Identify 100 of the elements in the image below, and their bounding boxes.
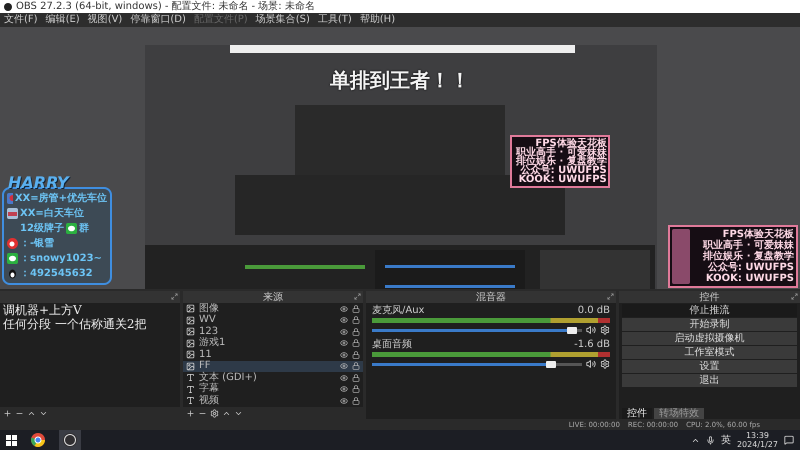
logo-text: HARRY bbox=[8, 173, 69, 192]
notification-icon[interactable] bbox=[784, 435, 794, 445]
info-text: ：492545632 bbox=[20, 267, 93, 280]
speaker-icon[interactable] bbox=[586, 359, 596, 369]
promo-text: 排位娱乐 · 复盘教学 bbox=[516, 157, 607, 166]
penguin-icon bbox=[7, 268, 18, 278]
browser-icon[interactable] bbox=[31, 433, 45, 447]
volume-thumb[interactable] bbox=[546, 360, 556, 368]
lock-icon[interactable] bbox=[352, 328, 360, 336]
info-text: XX=白天车位 bbox=[20, 206, 84, 220]
panel-title: 混音器 bbox=[476, 292, 506, 302]
window-title: OBS 27.2.3 (64-bit, windows) - 配置文件: 未命名 - 场景: 未命名 bbox=[16, 0, 315, 12]
menu-item[interactable]: 视图(V) bbox=[88, 14, 122, 26]
eye-icon[interactable] bbox=[340, 316, 348, 324]
source-item[interactable]: 11 bbox=[183, 349, 363, 360]
speaker-icon[interactable] bbox=[586, 325, 596, 335]
menu-item[interactable]: 工具(T) bbox=[318, 14, 352, 26]
lock-icon[interactable] bbox=[352, 316, 360, 324]
taskbar-clock[interactable]: 13:39 2024/1/27 bbox=[736, 431, 778, 449]
lock-icon[interactable] bbox=[352, 385, 360, 394]
promo-text: 排位娱乐 · 复盘教学 bbox=[703, 251, 794, 262]
control-button[interactable]: 设置 bbox=[622, 360, 797, 373]
lock-icon[interactable] bbox=[352, 362, 360, 370]
volume-thumb[interactable] bbox=[566, 326, 576, 334]
eye-icon[interactable] bbox=[340, 396, 348, 405]
source-item[interactable]: 视频 bbox=[183, 395, 363, 406]
lock-icon[interactable] bbox=[352, 339, 360, 348]
add-icon[interactable] bbox=[186, 408, 195, 418]
source-name: 11 bbox=[199, 348, 213, 360]
menu-item[interactable]: 文件(F) bbox=[4, 14, 38, 26]
source-name: 字幕 bbox=[199, 383, 220, 394]
image-icon bbox=[186, 304, 195, 314]
promo-text: 公众号: UWUFPS bbox=[708, 262, 794, 273]
source-name: 图像 bbox=[199, 303, 220, 314]
panel-title: 来源 bbox=[263, 292, 283, 302]
settings-icon[interactable] bbox=[600, 325, 610, 335]
channel-reading: 0.0 dB bbox=[578, 305, 610, 316]
image-icon bbox=[186, 327, 195, 336]
panel-tab[interactable]: 控件 bbox=[622, 408, 652, 419]
clock-date: 2024/1/27 bbox=[736, 440, 778, 449]
promo-text: 职业高手 · 可爱妹妹 bbox=[516, 148, 607, 157]
source-item[interactable]: WV bbox=[183, 314, 363, 326]
menu-item[interactable]: 编辑(E) bbox=[46, 14, 80, 26]
eye-icon[interactable] bbox=[340, 350, 348, 359]
lock-icon[interactable] bbox=[352, 396, 360, 405]
menu-item[interactable]: 场景集合(S) bbox=[256, 14, 310, 26]
source-item[interactable]: 字幕 bbox=[183, 384, 363, 395]
source-name: 游戏1 bbox=[199, 337, 226, 350]
eye-icon[interactable] bbox=[340, 385, 348, 394]
lock-icon[interactable] bbox=[352, 304, 360, 313]
settings-icon[interactable] bbox=[600, 359, 610, 369]
microphone-icon[interactable] bbox=[706, 436, 715, 444]
character-placeholder bbox=[672, 229, 690, 284]
source-name: WV bbox=[199, 314, 217, 326]
source-name: 文本 (GDI+) bbox=[199, 372, 258, 383]
image-icon bbox=[186, 316, 195, 325]
panel-title: 控件 bbox=[700, 292, 720, 302]
channel-reading: -1.6 dB bbox=[574, 339, 610, 350]
promo-text: FPS体验天花板 bbox=[535, 139, 607, 148]
round-logo-icon bbox=[7, 238, 18, 248]
control-button[interactable]: 工作室模式 bbox=[622, 346, 797, 359]
eye-icon[interactable] bbox=[340, 304, 348, 313]
control-button[interactable]: 停止推流 bbox=[622, 304, 797, 317]
source-item[interactable]: 游戏1 bbox=[183, 338, 363, 349]
settings-icon[interactable] bbox=[210, 408, 219, 418]
lock-icon[interactable] bbox=[352, 350, 360, 359]
eye-icon[interactable] bbox=[340, 362, 348, 370]
info-text: ：snowy1023~ bbox=[20, 252, 102, 265]
eye-icon[interactable] bbox=[340, 339, 348, 348]
float-icon[interactable] bbox=[171, 293, 178, 300]
car-icon bbox=[7, 208, 18, 218]
control-button[interactable]: 启动虚拟摄像机 bbox=[622, 332, 797, 345]
lock-icon[interactable] bbox=[352, 374, 360, 382]
source-item[interactable]: 文本 (GDI+) bbox=[183, 372, 363, 384]
control-button[interactable]: 退出 bbox=[622, 374, 797, 387]
overlay-text: 调机器+上方V bbox=[2, 303, 83, 317]
input-method[interactable]: 英 bbox=[720, 433, 731, 447]
source-name: FF bbox=[199, 360, 212, 372]
text-icon bbox=[186, 396, 195, 406]
control-button[interactable]: 开始录制 bbox=[622, 318, 797, 331]
overlay-text: 任何分段 一个估称通关2把 bbox=[2, 317, 148, 331]
headline-text: 单排到王者！！ bbox=[330, 67, 470, 94]
float-icon[interactable] bbox=[791, 293, 798, 300]
windows-start-icon[interactable] bbox=[6, 434, 17, 446]
eye-icon[interactable] bbox=[340, 328, 348, 336]
source-item[interactable]: 123 bbox=[183, 326, 363, 338]
promo-text: 公众号: UWUFPS bbox=[520, 166, 607, 175]
info-text: ：-银雪 bbox=[20, 236, 54, 250]
menu-item[interactable]: 停靠窗口(D) bbox=[130, 14, 186, 26]
float-icon[interactable] bbox=[607, 293, 614, 300]
clock-time: 13:39 bbox=[746, 431, 770, 440]
source-item[interactable]: FF bbox=[183, 360, 363, 372]
float-icon[interactable] bbox=[354, 293, 361, 300]
badge-icon bbox=[7, 192, 13, 204]
obs-app-icon[interactable] bbox=[63, 433, 77, 447]
info-text: XX=房管+优先车位 bbox=[14, 191, 107, 205]
source-item[interactable]: 图像 bbox=[183, 303, 363, 314]
eye-icon[interactable] bbox=[340, 374, 348, 382]
menu-item[interactable]: 帮助(H) bbox=[360, 14, 396, 26]
add-icon[interactable] bbox=[3, 408, 12, 418]
